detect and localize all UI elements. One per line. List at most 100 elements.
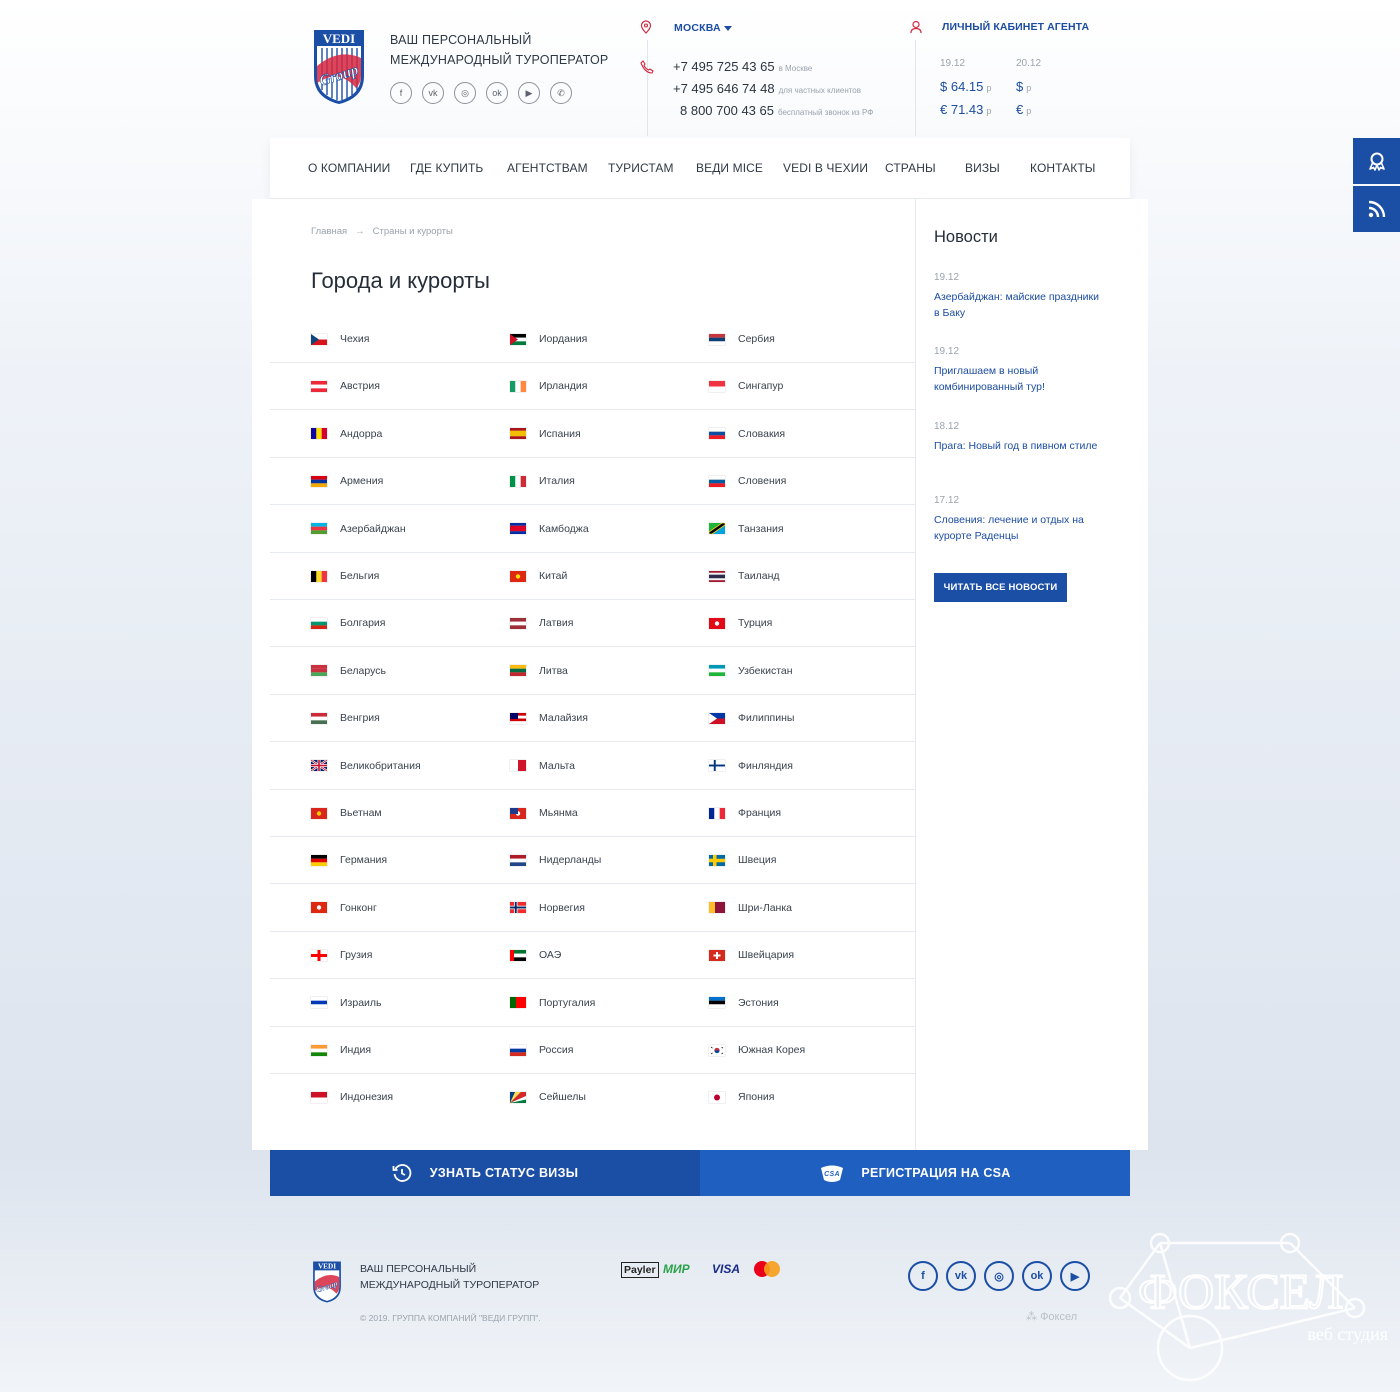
- nav-contacts[interactable]: КОНТАКТЫ: [1030, 161, 1096, 175]
- country-link[interactable]: Шри-Ланка: [709, 902, 792, 914]
- country-link[interactable]: Сингапур: [709, 380, 783, 392]
- odnoklassniki-icon[interactable]: ok: [1022, 1261, 1052, 1291]
- country-link[interactable]: Индия: [311, 1044, 371, 1056]
- news-date: 18.12: [934, 421, 960, 432]
- country-link[interactable]: Андорра: [311, 428, 382, 440]
- country-link[interactable]: Танзания: [709, 523, 784, 535]
- country-link[interactable]: Италия: [510, 475, 575, 487]
- country-link[interactable]: Гонконг: [311, 902, 377, 914]
- nav-about[interactable]: О КОМПАНИИ: [308, 161, 390, 175]
- country-link[interactable]: Чехия: [311, 333, 369, 345]
- country-link[interactable]: Норвегия: [510, 902, 585, 914]
- nav-countries[interactable]: СТРАНЫ: [885, 161, 936, 175]
- country-link[interactable]: Индонезия: [311, 1091, 393, 1103]
- country-link[interactable]: Словакия: [709, 428, 785, 440]
- country-link[interactable]: Армения: [311, 475, 383, 487]
- country-link[interactable]: Бельгия: [311, 570, 379, 582]
- country-link[interactable]: Португалия: [510, 997, 595, 1009]
- nav-mice[interactable]: ВЕДИ MICE: [696, 161, 763, 175]
- phone-number[interactable]: +7 495 646 74 48: [673, 81, 775, 96]
- country-link[interactable]: Финляндия: [709, 760, 793, 772]
- flag-icon: [311, 665, 327, 677]
- nav-tourists[interactable]: ТУРИСТАМ: [608, 161, 674, 175]
- country-label: Сербия: [738, 333, 775, 345]
- youtube-icon[interactable]: ▶: [1060, 1261, 1090, 1291]
- country-link[interactable]: Япония: [709, 1091, 774, 1103]
- country-link[interactable]: Венгрия: [311, 712, 380, 724]
- country-link[interactable]: Сейшелы: [510, 1091, 586, 1103]
- visa-status-button[interactable]: УЗНАТЬ СТАТУС ВИЗЫ: [270, 1150, 700, 1196]
- whatsapp-icon[interactable]: ✆: [550, 82, 572, 104]
- country-link[interactable]: Турция: [709, 617, 772, 629]
- country-link[interactable]: Иордания: [510, 333, 587, 345]
- country-link[interactable]: Камбоджа: [510, 523, 589, 535]
- country-link[interactable]: Мьянма: [510, 807, 578, 819]
- city-selector[interactable]: МОСКВА: [674, 22, 721, 34]
- country-link[interactable]: Испания: [510, 428, 581, 440]
- phone-number[interactable]: +7 495 725 43 65: [673, 59, 775, 74]
- country-link[interactable]: Франция: [709, 807, 781, 819]
- country-link[interactable]: Ирландия: [510, 380, 587, 392]
- vk-icon[interactable]: vk: [946, 1261, 976, 1291]
- country-link[interactable]: Латвия: [510, 617, 573, 629]
- news-link[interactable]: Азербайджан: майские праздники в Баку: [934, 289, 1104, 321]
- tagline-line-1: ВАШ ПЕРСОНАЛЬНЫЙ: [390, 33, 532, 47]
- country-link[interactable]: Австрия: [311, 380, 380, 392]
- country-link[interactable]: Литва: [510, 665, 568, 677]
- instagram-icon[interactable]: ◎: [454, 82, 476, 104]
- country-link[interactable]: Грузия: [311, 949, 372, 961]
- country-link[interactable]: Узбекистан: [709, 665, 793, 677]
- country-link[interactable]: Швеция: [709, 854, 777, 866]
- developer-credit[interactable]: ⁂ Фоксел: [1026, 1310, 1077, 1323]
- country-link[interactable]: Великобритания: [311, 760, 421, 772]
- country-link[interactable]: Эстония: [709, 997, 779, 1009]
- nav-visas[interactable]: ВИЗЫ: [965, 161, 1000, 175]
- award-side-button[interactable]: [1353, 138, 1400, 184]
- country-link[interactable]: Малайзия: [510, 712, 588, 724]
- country-link[interactable]: Таиланд: [709, 570, 780, 582]
- phone-moscow[interactable]: +7 495 725 43 65 в Москве: [673, 59, 812, 74]
- agent-cabinet-link[interactable]: ЛИЧНЫЙ КАБИНЕТ АГЕНТА: [942, 21, 1089, 33]
- country-link[interactable]: Россия: [510, 1044, 573, 1056]
- country-link[interactable]: Словения: [709, 475, 786, 487]
- csa-registration-button[interactable]: CSA РЕГИСТРАЦИЯ НА CSA: [700, 1150, 1130, 1196]
- country-link[interactable]: Израиль: [311, 997, 382, 1009]
- country-link[interactable]: Южная Корея: [709, 1044, 805, 1056]
- country-link[interactable]: Болгария: [311, 617, 385, 629]
- nav-vedi-czech[interactable]: VEDI В ЧЕХИИ: [783, 161, 868, 175]
- nav-where-to-buy[interactable]: ГДЕ КУПИТЬ: [410, 161, 483, 175]
- nav-agencies[interactable]: АГЕНТСТВАМ: [507, 161, 588, 175]
- country-link[interactable]: ОАЭ: [510, 949, 561, 961]
- country-link[interactable]: Нидерланды: [510, 854, 601, 866]
- facebook-icon[interactable]: f: [390, 82, 412, 104]
- breadcrumb-current[interactable]: Страны и курорты: [373, 226, 453, 237]
- news-link[interactable]: Словения: лечение и отдых на курорте Рад…: [934, 512, 1104, 544]
- facebook-icon[interactable]: f: [908, 1261, 938, 1291]
- country-link[interactable]: Швейцария: [709, 949, 794, 961]
- youtube-icon[interactable]: ▶: [518, 82, 540, 104]
- country-link[interactable]: Китай: [510, 570, 567, 582]
- country-link[interactable]: Мальта: [510, 760, 575, 772]
- all-news-button[interactable]: ЧИТАТЬ ВСЕ НОВОСТИ: [934, 573, 1067, 602]
- breadcrumb-home[interactable]: Главная: [311, 226, 347, 237]
- vedi-logo-footer[interactable]: VEDI Group: [312, 1260, 342, 1304]
- chevron-down-icon[interactable]: [724, 26, 732, 31]
- country-link[interactable]: Сербия: [709, 333, 775, 345]
- phone-free[interactable]: 8 800 700 43 65 бесплатный звонок из РФ: [680, 103, 873, 118]
- rss-side-button[interactable]: [1353, 186, 1400, 232]
- vedi-logo[interactable]: VEDI Group: [312, 28, 366, 106]
- country-link[interactable]: Вьетнам: [311, 807, 382, 819]
- instagram-icon[interactable]: ◎: [984, 1261, 1014, 1291]
- country-link[interactable]: Германия: [311, 854, 387, 866]
- country-link[interactable]: Азербайджан: [311, 523, 406, 535]
- news-date: 19.12: [934, 272, 960, 283]
- country-link[interactable]: Филиппины: [709, 712, 794, 724]
- country-link[interactable]: Беларусь: [311, 665, 386, 677]
- odnoklassniki-icon[interactable]: ok: [486, 82, 508, 104]
- phone-private[interactable]: +7 495 646 74 48 для частных клиентов: [673, 81, 861, 96]
- news-link[interactable]: Приглашаем в новый комбинированный тур!: [934, 363, 1104, 395]
- vk-icon[interactable]: vk: [422, 82, 444, 104]
- news-link[interactable]: Прага: Новый год в пивном стиле: [934, 438, 1104, 454]
- phone-number[interactable]: 8 800 700 43 65: [680, 103, 774, 118]
- phone-note: в Москве: [778, 64, 813, 73]
